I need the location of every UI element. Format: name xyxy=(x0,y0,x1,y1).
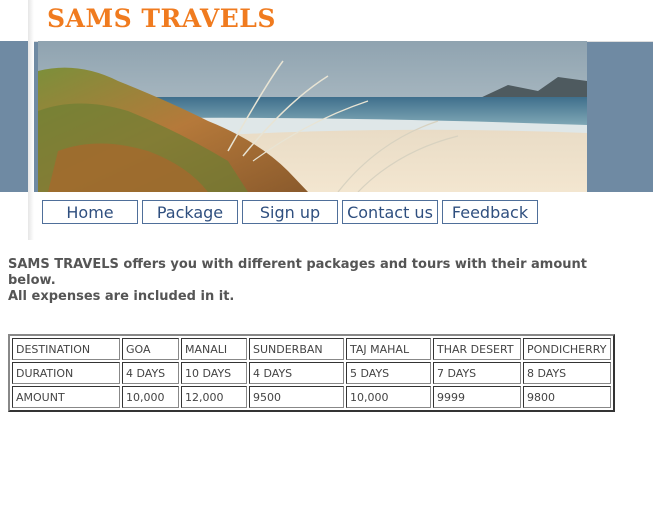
intro-text: SAMS TRAVELS offers you with different p… xyxy=(8,257,598,305)
table-cell: SUNDERBAN xyxy=(249,338,344,360)
table-cell: 4 DAYS xyxy=(122,362,179,384)
site-title: SAMS TRAVELS xyxy=(47,4,276,33)
table-cell: 5 DAYS xyxy=(346,362,431,384)
table-cell: TAJ MAHAL xyxy=(346,338,431,360)
table-row: DESTINATION GOA MANALI SUNDERBAN TAJ MAH… xyxy=(12,338,611,360)
nav-sign-up[interactable]: Sign up xyxy=(242,200,338,224)
table-cell: MANALI xyxy=(181,338,247,360)
table-cell: 10,000 xyxy=(122,386,179,408)
table-cell: PONDICHERRY xyxy=(523,338,611,360)
nav-feedback[interactable]: Feedback xyxy=(442,200,538,224)
nav-contact-us[interactable]: Contact us xyxy=(342,200,438,224)
table-cell: 8 DAYS xyxy=(523,362,611,384)
package-table: DESTINATION GOA MANALI SUNDERBAN TAJ MAH… xyxy=(8,334,615,412)
nav-home[interactable]: Home xyxy=(42,200,138,224)
table-cell: THAR DESERT xyxy=(433,338,521,360)
table-cell: 4 DAYS xyxy=(249,362,344,384)
table-cell: 9500 xyxy=(249,386,344,408)
nav-package[interactable]: Package xyxy=(142,200,238,224)
beach-banner-image xyxy=(38,41,587,192)
table-cell: AMOUNT xyxy=(12,386,120,408)
table-row: DURATION 4 DAYS 10 DAYS 4 DAYS 5 DAYS 7 … xyxy=(12,362,611,384)
table-cell: GOA xyxy=(122,338,179,360)
table-cell: 12,000 xyxy=(181,386,247,408)
intro-line-1: SAMS TRAVELS offers you with different p… xyxy=(8,257,587,288)
table-cell: 10 DAYS xyxy=(181,362,247,384)
intro-line-2: All expenses are included in it. xyxy=(8,289,235,304)
table-cell: 7 DAYS xyxy=(433,362,521,384)
table-cell: 10,000 xyxy=(346,386,431,408)
table-cell: DESTINATION xyxy=(12,338,120,360)
table-cell: 9800 xyxy=(523,386,611,408)
table-cell: 9999 xyxy=(433,386,521,408)
table-cell: DURATION xyxy=(12,362,120,384)
table-row: AMOUNT 10,000 12,000 9500 10,000 9999 98… xyxy=(12,386,611,408)
